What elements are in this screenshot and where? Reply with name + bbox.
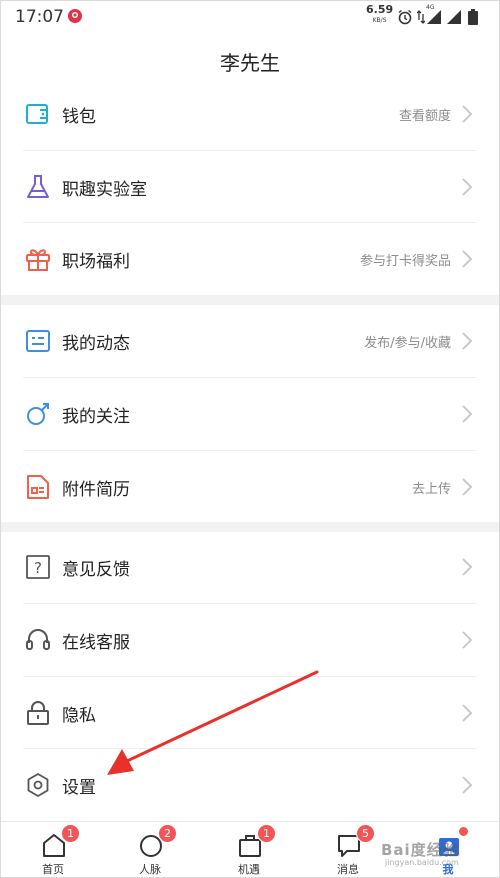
page-title: 李先生 [220, 51, 280, 75]
gift-icon [25, 246, 51, 272]
feed-icon [25, 328, 51, 354]
menu-item-wallet[interactable]: 钱包 查看额度 [1, 78, 499, 150]
feedback-icon: ? [25, 554, 51, 580]
chevron-right-icon [461, 104, 473, 124]
chevron-right-icon [461, 177, 473, 197]
chevron-right-icon [461, 249, 473, 269]
data-arrows-icon [417, 10, 425, 24]
notification-badge: 2 [158, 824, 177, 843]
menu-item-customer-service[interactable]: 在线客服 [1, 604, 499, 676]
alarm-icon [398, 9, 412, 25]
menu-item-feedback[interactable]: ? 意见反馈 [1, 531, 499, 603]
tab-contacts[interactable]: 2 人脉 [115, 822, 185, 877]
menu-item-label: 设置 [62, 778, 96, 798]
menu-item-label: 职趣实验室 [62, 180, 147, 200]
app-screen: 17:07 6.59 KB/S 4G 李先生 钱包 查看额度 职趣实验室 职场福… [0, 0, 500, 878]
flask-icon [25, 174, 51, 200]
tab-label: 消息 [337, 863, 359, 876]
tab-label: 人脉 [139, 863, 161, 876]
menu-item-label: 附件简历 [62, 480, 130, 500]
menu-item-hint: 去上传 [411, 482, 451, 497]
notification-badge: 1 [257, 824, 276, 843]
settings-icon [25, 772, 51, 798]
menu-item-privacy[interactable]: 隐私 [1, 677, 499, 749]
tab-opportunities[interactable]: 1 机遇 [214, 822, 284, 877]
menu-item-following[interactable]: 我的关注 [1, 378, 499, 450]
menu-item-lab[interactable]: 职趣实验室 [1, 151, 499, 223]
menu-item-label: 职场福利 [62, 252, 130, 272]
network-speed-unit: KB/S [372, 17, 387, 24]
tab-label: 机遇 [238, 863, 260, 876]
menu-item-hint: 参与打卡得奖品 [359, 254, 451, 269]
menu-item-benefits[interactable]: 职场福利 参与打卡得奖品 [1, 223, 499, 295]
chevron-right-icon [461, 630, 473, 650]
chevron-right-icon [461, 557, 473, 577]
network-speed: 6.59 KB/S [366, 3, 394, 26]
menu-item-label: 我的动态 [62, 334, 130, 354]
tab-messages[interactable]: 5 消息 [313, 822, 383, 877]
follow-icon [25, 401, 51, 427]
notification-badge: 1 [61, 824, 80, 843]
watermark-url: jingyan.baidu.com [385, 858, 459, 867]
resume-icon [25, 474, 51, 500]
svg-text:?: ? [34, 559, 42, 577]
notification-badge: 5 [356, 824, 375, 843]
menu-item-hint: 查看额度 [398, 109, 451, 124]
menu-item-label: 钱包 [62, 107, 96, 127]
signal-2-icon [447, 10, 461, 24]
chevron-right-icon [461, 775, 473, 795]
wallet-icon [25, 101, 51, 127]
watermark: Bai度经验 [381, 841, 459, 859]
lock-icon [25, 700, 51, 726]
status-bar: 17:07 6.59 KB/S 4G [1, 1, 499, 33]
signal-icon [427, 10, 441, 24]
headset-icon [25, 627, 51, 653]
chevron-right-icon [461, 477, 473, 497]
menu-item-label: 我的关注 [62, 407, 130, 427]
notification-dot [459, 827, 468, 836]
tab-home[interactable]: 1 首页 [18, 822, 88, 877]
menu-item-label: 在线客服 [62, 633, 130, 653]
status-time: 17:07 [15, 7, 64, 27]
battery-icon [468, 9, 478, 25]
tab-label: 首页 [42, 863, 64, 876]
chevron-right-icon [461, 331, 473, 351]
menu-item-my-posts[interactable]: 我的动态 发布/参与/收藏 [1, 305, 499, 377]
menu-item-resume[interactable]: 附件简历 去上传 [1, 451, 499, 523]
network-speed-value: 6.59 [366, 3, 394, 16]
menu-item-hint: 发布/参与/收藏 [364, 336, 451, 351]
menu-item-settings[interactable]: 设置 [1, 749, 499, 821]
section-separator [1, 295, 499, 305]
chevron-right-icon [461, 404, 473, 424]
app-notification-icon [67, 8, 83, 24]
menu-item-label: 意见反馈 [62, 560, 130, 580]
chevron-right-icon [461, 703, 473, 723]
menu-item-label: 隐私 [62, 706, 96, 726]
